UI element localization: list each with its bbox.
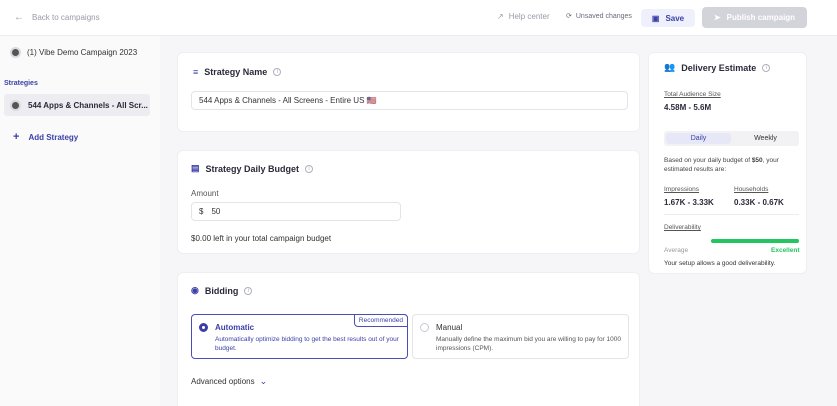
deliverability-footer-note: Your setup allows a good deliverability. [664, 260, 776, 267]
bidding-option-manual[interactable]: Manual Manually define the maximum bid y… [412, 314, 629, 359]
amount-input[interactable]: $ 50 [191, 202, 401, 221]
plus-icon: + [13, 131, 20, 143]
money-icon: ▤ [191, 163, 200, 173]
daily-budget-heading: Strategy Daily Budget [205, 163, 300, 174]
households-value: 0.33K - 0.67K [734, 198, 784, 207]
automatic-title: Automatic [215, 323, 255, 332]
automatic-desc: Automatically optimize bidding to get th… [215, 336, 399, 352]
arrow-left-icon: ← [14, 12, 24, 23]
back-to-campaigns-link[interactable]: ← Back to campaigns [14, 12, 100, 23]
manual-desc: Manually define the maximum bid you are … [436, 336, 621, 352]
sidebar: (1) Vibe Demo Campaign 2023 Strategies 5… [0, 36, 160, 406]
unsaved-changes-status: ⟳ Unsaved changes [566, 12, 632, 21]
help-label: Help center [508, 12, 550, 21]
strategy-name-input[interactable]: 544 Apps & Channels - All Screens - Enti… [191, 91, 628, 110]
refresh-icon: ⟳ [566, 13, 572, 20]
bidding-heading: Bidding [204, 285, 239, 296]
note-budget: $50 [751, 157, 763, 164]
info-icon[interactable]: i [244, 286, 253, 295]
bidding-title: ◉ Bidding i [191, 285, 253, 296]
radio-selected[interactable] [199, 323, 208, 332]
publish-campaign-button[interactable]: ➤ Publish campaign [702, 7, 807, 28]
remaining-budget-text: $0.00 left in your total campaign budget [191, 234, 332, 243]
save-label: Save [665, 13, 685, 23]
campaign-name: (1) Vibe Demo Campaign 2023 [27, 48, 138, 57]
strategy-name-heading: Strategy Name [204, 67, 268, 77]
delivery-estimate-title: 👥 Delivery Estimate i [664, 62, 771, 73]
tab-daily[interactable]: Daily [666, 133, 731, 144]
currency-symbol: $ [199, 207, 204, 216]
info-icon[interactable]: i [305, 164, 314, 173]
strategies-heading: Strategies [4, 80, 38, 87]
sidebar-item-strategy[interactable]: 544 Apps & Channels - All Scr... [4, 94, 150, 116]
bidding-card: ◉ Bidding i Automatic Automatically opti… [177, 272, 640, 406]
tab-weekly[interactable]: Weekly [734, 133, 797, 144]
households-label: Households [734, 186, 769, 193]
publish-label: Publish campaign [726, 13, 796, 22]
amount-value: 50 [211, 207, 221, 216]
recommended-badge: Recommended [353, 314, 408, 327]
impressions-label: Impressions [664, 186, 700, 193]
bidding-option-automatic[interactable]: Automatic Automatically optimize bidding… [191, 314, 408, 359]
deliverability-bar [711, 239, 799, 243]
manual-title: Manual [436, 323, 463, 332]
send-icon: ➤ [713, 13, 721, 22]
advanced-options-toggle[interactable]: Advanced options ⌄ [191, 376, 267, 387]
floppy-icon: ▣ [651, 13, 660, 23]
budget-note: Based on your daily budget of $50, your … [664, 156, 799, 174]
audience-label: Total Audience Size [664, 91, 721, 98]
external-link-icon: ↗ [497, 12, 504, 21]
help-center-link[interactable]: ↗ Help center [497, 12, 550, 21]
add-strategy-label: Add Strategy [28, 132, 79, 142]
unsaved-label: Unsaved changes [575, 12, 632, 20]
status-dot-icon [12, 49, 19, 56]
daily-budget-title: ▤ Strategy Daily Budget i [191, 163, 314, 174]
coin-icon: ◉ [191, 285, 199, 295]
info-icon[interactable]: i [273, 68, 282, 76]
back-label: Back to campaigns [32, 13, 100, 22]
advanced-options-label: Advanced options [191, 377, 255, 386]
strategy-item-label: 544 Apps & Channels - All Scr... [28, 100, 148, 110]
divider [664, 214, 799, 215]
delivery-estimate-panel: 👥 Delivery Estimate i Total Audience Siz… [648, 52, 807, 274]
info-icon[interactable]: i [762, 63, 771, 72]
radio-unselected[interactable] [420, 323, 429, 332]
average-label: Average [664, 247, 689, 254]
chevron-down-icon: ⌄ [259, 376, 268, 386]
delivery-estimate-heading: Delivery Estimate [681, 62, 757, 73]
note-prefix: Based on your daily budget of [664, 157, 752, 164]
strategy-name-card: ≡ Strategy Name i 544 Apps & Channels - … [177, 52, 640, 132]
audience-value: 4.58M - 5.6M [664, 103, 712, 112]
status-dot-icon [12, 101, 19, 109]
amount-label: Amount [191, 189, 219, 198]
save-button[interactable]: ▣ Save [641, 9, 695, 27]
text-lines-icon: ≡ [193, 67, 199, 77]
excellent-label: Excellent [771, 247, 800, 254]
deliverability-label: Deliverability [664, 224, 701, 231]
add-strategy-button[interactable]: + Add Strategy [13, 131, 78, 143]
strategy-name-value: 544 Apps & Channels - All Screens - Enti… [199, 96, 377, 105]
strategy-name-title: ≡ Strategy Name i [193, 67, 282, 77]
daily-budget-card: ▤ Strategy Daily Budget i Amount $ 50 $0… [177, 150, 640, 254]
period-toggle: Daily Weekly [664, 131, 799, 146]
campaign-item[interactable]: (1) Vibe Demo Campaign 2023 [12, 48, 137, 57]
users-icon: 👥 [664, 62, 676, 72]
impressions-value: 1.67K - 3.33K [664, 198, 714, 207]
top-bar: ← Back to campaigns ↗ Help center ⟳ Unsa… [0, 0, 837, 36]
deliverability-bar-fill [711, 239, 799, 243]
